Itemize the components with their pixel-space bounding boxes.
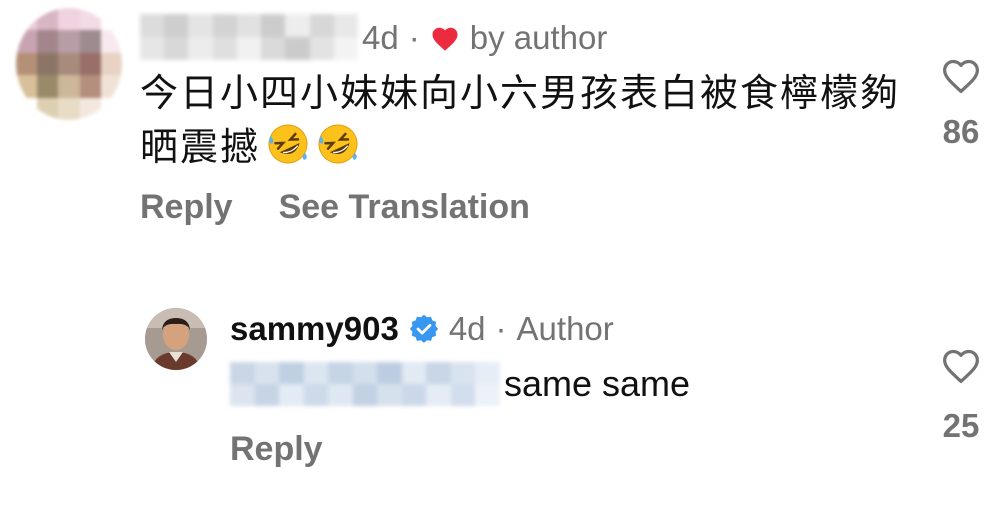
comment-text: 今日小四小妹妹向小六男孩表白被食檸檬夠晒震撼 xyxy=(140,71,901,169)
reply-actions: Reply xyxy=(230,430,323,469)
heart-outline-icon[interactable] xyxy=(939,55,983,95)
heart-filled-icon xyxy=(432,27,458,51)
reply-avatar[interactable] xyxy=(145,308,207,370)
commenter-avatar[interactable] xyxy=(16,8,122,120)
see-translation-button[interactable]: See Translation xyxy=(279,188,530,227)
comment-body: 今日小四小妹妹向小六男孩表白被食檸檬夠晒震撼 xyxy=(140,66,900,174)
comment-like-count: 86 xyxy=(942,113,980,150)
meta-separator: · xyxy=(408,19,420,56)
heart-outline-icon[interactable] xyxy=(939,345,983,385)
profile-photo xyxy=(145,308,207,370)
reply-mention-blurred[interactable] xyxy=(230,362,500,406)
commenter-username-blurred[interactable] xyxy=(140,14,358,60)
rofl-emoji-icon xyxy=(318,124,358,164)
reply-meta: sammy903 4d · Author xyxy=(230,307,614,351)
comment-like: 86 xyxy=(926,55,996,151)
reply-button[interactable]: Reply xyxy=(140,188,233,227)
reply-button[interactable]: Reply xyxy=(230,430,323,469)
reply-time: 4d xyxy=(448,310,486,347)
reply-username[interactable]: sammy903 xyxy=(230,310,399,348)
comment-time: 4d xyxy=(362,19,399,56)
reply-text: same same xyxy=(504,363,691,404)
meta-separator: · xyxy=(495,310,507,347)
reply-like: 25 xyxy=(926,345,996,445)
rofl-emoji-icon xyxy=(268,124,308,164)
comment-actions: Reply See Translation xyxy=(140,188,530,227)
liked-by-author-label: by author xyxy=(469,19,608,56)
reply-like-count: 25 xyxy=(942,407,980,444)
author-badge: Author xyxy=(516,310,614,347)
comment-meta: 4d · by author xyxy=(362,16,607,60)
verified-badge-icon xyxy=(409,314,438,343)
